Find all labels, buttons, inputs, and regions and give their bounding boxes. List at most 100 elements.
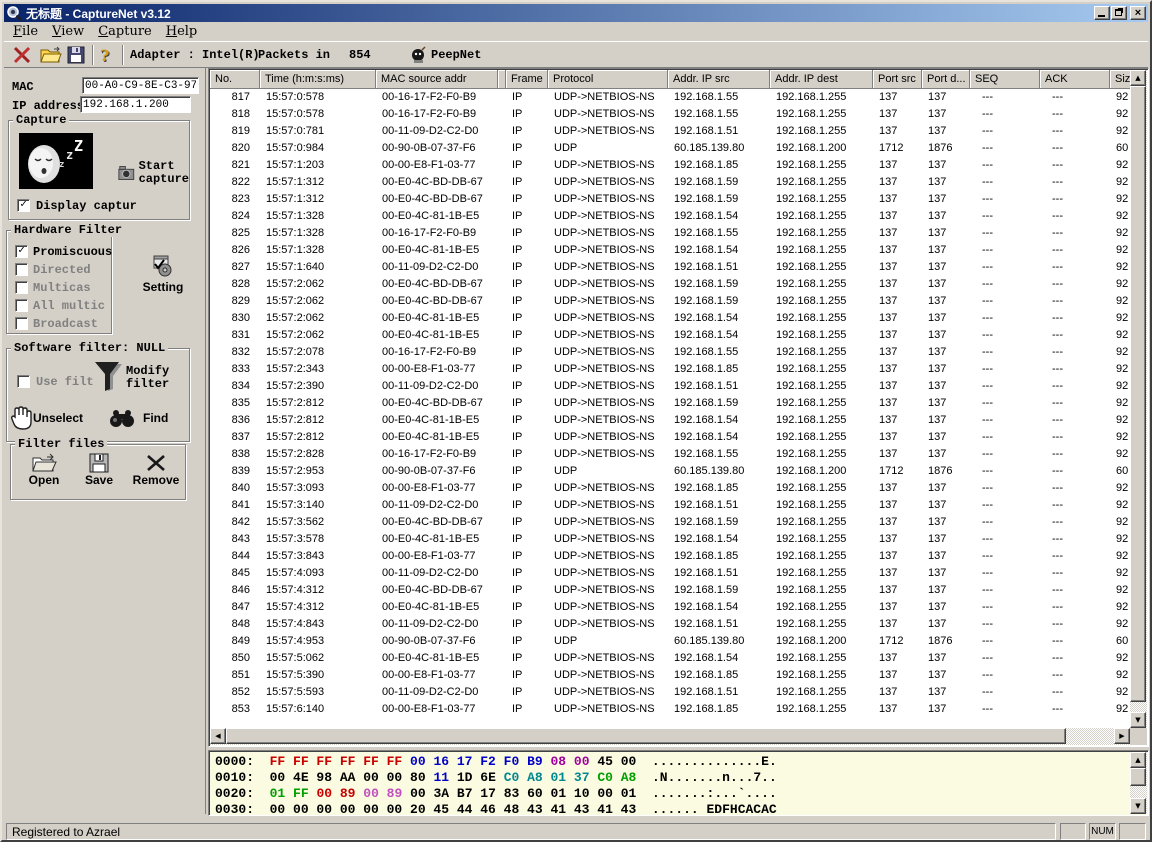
table-row[interactable]: 84915:57:4:95300-90-0B-07-37-F6IPUDP60.1… [210, 633, 1130, 650]
table-row[interactable]: 82815:57:2:06200-E0-4C-BD-DB-67IPUDP->NE… [210, 276, 1130, 293]
table-row[interactable]: 82715:57:1:64000-11-09-D2-C2-D0IPUDP->NE… [210, 259, 1130, 276]
cell-frame: IP [506, 174, 548, 191]
table-row[interactable]: 83915:57:2:95300-90-0B-07-37-F6IPUDP60.1… [210, 463, 1130, 480]
menu-help[interactable]: Help [159, 23, 205, 40]
table-row[interactable]: 82215:57:1:31200-E0-4C-BD-DB-67IPUDP->NE… [210, 174, 1130, 191]
col-header-mac-source[interactable]: MAC source addr [376, 70, 498, 89]
minimize-button[interactable] [1094, 6, 1110, 20]
cell-ip-dest: 192.168.1.255 [770, 208, 873, 225]
col-header-time[interactable]: Time (h:m:s:ms) [260, 70, 376, 89]
cell-ip-src: 192.168.1.54 [668, 412, 770, 429]
table-row[interactable]: 83515:57:2:81200-E0-4C-BD-DB-67IPUDP->NE… [210, 395, 1130, 412]
table-row[interactable]: 82115:57:1:20300-00-E8-F1-03-77IPUDP->NE… [210, 157, 1130, 174]
start-capture-button[interactable]: Start capture [117, 153, 189, 193]
table-row[interactable]: 84415:57:3:84300-00-E8-F1-03-77IPUDP->NE… [210, 548, 1130, 565]
table-row[interactable]: 82015:57:0:98400-90-0B-07-37-F6IPUDP60.1… [210, 140, 1130, 157]
help-button[interactable]: ? [100, 45, 109, 65]
table-row[interactable]: 85315:57:6:14000-00-E8-F1-03-77IPUDP->NE… [210, 701, 1130, 718]
table-row[interactable]: 83215:57:2:07800-16-17-F2-F0-B9IPUDP->NE… [210, 344, 1130, 361]
display-capture-checkbox[interactable]: ✓ [17, 199, 30, 212]
table-row[interactable]: 81915:57:0:78100-11-09-D2-C2-D0IPUDP->NE… [210, 123, 1130, 140]
delete-capture-button[interactable] [12, 45, 32, 65]
table-row[interactable]: 84115:57:3:14000-11-09-D2-C2-D0IPUDP->NE… [210, 497, 1130, 514]
cell-size: 92 [1110, 310, 1130, 327]
table-horizontal-scrollbar[interactable]: ◀ ▶ [210, 728, 1130, 745]
mac-field[interactable] [82, 77, 199, 94]
col-header-port-dest[interactable]: Port d... [922, 70, 970, 89]
hex-bytes: 1D 6E [457, 770, 496, 785]
hex-scroll-down-icon[interactable]: ▼ [1130, 798, 1146, 814]
menu-view[interactable]: View [45, 23, 91, 40]
scroll-left-icon[interactable]: ◀ [210, 728, 226, 744]
table-row[interactable]: 85015:57:5:06200-E0-4C-81-1B-E5IPUDP->NE… [210, 650, 1130, 667]
table-row[interactable]: 83015:57:2:06200-E0-4C-81-1B-E5IPUDP->NE… [210, 310, 1130, 327]
table-row[interactable]: 82315:57:1:31200-E0-4C-BD-DB-67IPUDP->NE… [210, 191, 1130, 208]
table-row[interactable]: 82915:57:2:06200-E0-4C-BD-DB-67IPUDP->NE… [210, 293, 1130, 310]
table-row[interactable]: 84315:57:3:57800-E0-4C-81-1B-E5IPUDP->NE… [210, 531, 1130, 548]
open-button[interactable] [40, 45, 62, 65]
table-row[interactable]: 85115:57:5:39000-00-E8-F1-03-77IPUDP->NE… [210, 667, 1130, 684]
modify-filter-button[interactable]: Modify filter [93, 357, 187, 399]
cell-mac-source: 00-16-17-F2-F0-B9 [376, 446, 498, 463]
table-row[interactable]: 83715:57:2:81200-E0-4C-81-1B-E5IPUDP->NE… [210, 429, 1130, 446]
table-row[interactable]: 82415:57:1:32800-E0-4C-81-1B-E5IPUDP->NE… [210, 208, 1130, 225]
filter-remove-button[interactable]: Remove [129, 453, 183, 497]
col-header-ack[interactable]: ACK [1040, 70, 1110, 89]
table-row[interactable]: 81815:57:0:57800-16-17-F2-F0-B9IPUDP->NE… [210, 106, 1130, 123]
cell-ack: --- [1040, 514, 1110, 531]
unselect-button[interactable]: Unselect [9, 403, 105, 433]
menu-capture[interactable]: Capture [91, 23, 159, 40]
table-row[interactable]: 84515:57:4:09300-11-09-D2-C2-D0IPUDP->NE… [210, 565, 1130, 582]
table-row[interactable]: 83415:57:2:39000-11-09-D2-C2-D0IPUDP->NE… [210, 378, 1130, 395]
table-row[interactable]: 84815:57:4:84300-11-09-D2-C2-D0IPUDP->NE… [210, 616, 1130, 633]
peepnet-button[interactable]: PeepNet [410, 45, 481, 65]
filter-save-button[interactable]: Save [77, 453, 121, 497]
filter-open-button[interactable]: Open [21, 453, 67, 497]
scroll-down-icon[interactable]: ▼ [1130, 712, 1146, 728]
save-button[interactable] [67, 45, 85, 65]
ip-address-field[interactable] [80, 96, 191, 113]
table-row[interactable]: 84215:57:3:56200-E0-4C-BD-DB-67IPUDP->NE… [210, 514, 1130, 531]
table-row[interactable]: 83815:57:2:82800-16-17-F2-F0-B9IPUDP->NE… [210, 446, 1130, 463]
cell-port-dest: 137 [922, 497, 970, 514]
close-button[interactable]: × [1130, 6, 1146, 20]
table-row[interactable]: 84615:57:4:31200-E0-4C-BD-DB-67IPUDP->NE… [210, 582, 1130, 599]
col-header-port-src[interactable]: Port src [873, 70, 922, 89]
cell-frame: IP [506, 684, 548, 701]
scroll-right-icon[interactable]: ▶ [1114, 728, 1130, 744]
hex-scroll-up-icon[interactable]: ▲ [1130, 752, 1146, 768]
scroll-up-icon[interactable]: ▲ [1130, 70, 1146, 86]
table-vertical-scrollbar[interactable]: ▲ ▼ [1130, 70, 1147, 728]
hex-scroll-thumb[interactable] [1130, 768, 1146, 786]
table-row[interactable]: 83315:57:2:34300-00-E8-F1-03-77IPUDP->NE… [210, 361, 1130, 378]
table-row[interactable]: 82515:57:1:32800-16-17-F2-F0-B9IPUDP->NE… [210, 225, 1130, 242]
col-header-gap[interactable] [498, 70, 506, 89]
table-row[interactable]: 82615:57:1:32800-E0-4C-81-1B-E5IPUDP->NE… [210, 242, 1130, 259]
horizontal-scroll-thumb[interactable] [226, 728, 1066, 744]
cell-frame: IP [506, 531, 548, 548]
col-header-frame[interactable]: Frame [506, 70, 548, 89]
table-row[interactable]: 84715:57:4:31200-E0-4C-81-1B-E5IPUDP->NE… [210, 599, 1130, 616]
table-row[interactable]: 83615:57:2:81200-E0-4C-81-1B-E5IPUDP->NE… [210, 412, 1130, 429]
table-row[interactable]: 81715:57:0:57800-16-17-F2-F0-B9IPUDP->NE… [210, 89, 1130, 106]
col-header-no[interactable]: No. [210, 70, 260, 89]
hw-checkbox-promiscuous[interactable]: ✓ [15, 245, 28, 258]
col-header-seq[interactable]: SEQ [970, 70, 1040, 89]
cell-time: 15:57:0:578 [260, 106, 376, 123]
table-row[interactable]: 83115:57:2:06200-E0-4C-81-1B-E5IPUDP->NE… [210, 327, 1130, 344]
hex-vertical-scrollbar[interactable]: ▲ ▼ [1130, 752, 1147, 814]
hex-bytes: 00 89 [363, 786, 402, 801]
table-row[interactable]: 85215:57:5:59300-11-09-D2-C2-D0IPUDP->NE… [210, 684, 1130, 701]
col-header-protocol[interactable]: Protocol [548, 70, 668, 89]
restore-button[interactable] [1111, 6, 1127, 20]
find-button[interactable]: Find [109, 405, 187, 431]
vertical-scroll-thumb[interactable] [1130, 86, 1146, 702]
col-header-ip-dest[interactable]: Addr. IP dest [770, 70, 873, 89]
col-header-size[interactable]: Siz [1110, 70, 1130, 89]
cell-port-src: 137 [873, 89, 922, 106]
svg-text:z: z [59, 160, 64, 170]
table-row[interactable]: 84015:57:3:09300-00-E8-F1-03-77IPUDP->NE… [210, 480, 1130, 497]
menu-file[interactable]: File [6, 23, 45, 40]
col-header-ip-src[interactable]: Addr. IP src [668, 70, 770, 89]
setting-button[interactable]: Setting [132, 254, 194, 304]
